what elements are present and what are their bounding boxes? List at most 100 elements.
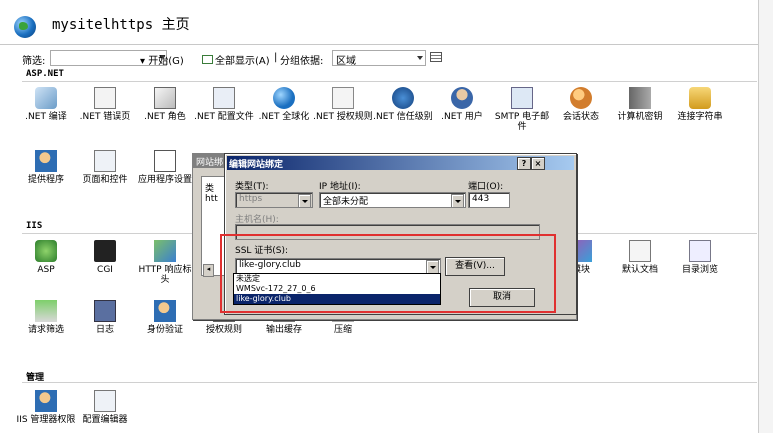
- section-aspnet-heading: ASP.NET: [26, 69, 64, 79]
- feature-label: 目录浏览: [681, 265, 718, 275]
- dialog-titlebar: 编辑网站绑定 ? ×: [227, 156, 574, 170]
- feature-label: 默认文档: [621, 265, 658, 275]
- dotnet-roles-icon: [154, 87, 176, 109]
- configuration-editor-icon: [94, 390, 116, 412]
- cgi-icon: [94, 240, 116, 262]
- dotnet-users-icon: [451, 87, 473, 109]
- chevron-down-icon: [451, 194, 464, 208]
- show-all-button[interactable]: 全部显示(A): [202, 52, 270, 67]
- feature-label: 会话状态: [562, 112, 599, 122]
- feature-label: 页面和控件: [82, 175, 128, 185]
- feature-item-authorization-rules[interactable]: .NET 授权规则: [313, 87, 373, 122]
- providers-icon: [35, 150, 57, 172]
- ip-address-select[interactable]: 全部未分配: [319, 192, 466, 208]
- feature-item-trust-level[interactable]: .NET 信任级别: [373, 87, 433, 122]
- iis-manager-permissions-icon: [35, 390, 57, 412]
- globe-icon: [273, 87, 295, 109]
- feature-item-iis-manager-permissions[interactable]: IIS 管理器权限: [16, 390, 76, 425]
- trust-level-icon: [392, 87, 414, 109]
- feature-label: SMTP 电子邮件: [494, 112, 550, 132]
- type-label: 类型(T):: [235, 182, 269, 192]
- highlight-box: [220, 234, 556, 313]
- feature-label: 输出缓存: [265, 325, 302, 335]
- section-iis-heading: IIS: [26, 221, 43, 231]
- groupby-select[interactable]: 区域: [332, 50, 426, 67]
- grid-view-icon: [430, 52, 442, 62]
- feature-label: .NET 用户: [441, 112, 483, 122]
- feature-label: ASP: [37, 265, 55, 275]
- feature-label: CGI: [97, 265, 113, 275]
- http-response-headers-icon: [154, 240, 176, 262]
- feature-label: 连接字符串: [677, 112, 723, 122]
- logging-icon: [94, 300, 116, 322]
- feature-label: 配置编辑器: [82, 415, 128, 425]
- feature-item-cgi[interactable]: CGI: [75, 240, 135, 275]
- directory-browsing-icon: [689, 240, 711, 262]
- feature-label: .NET 全球化: [258, 112, 310, 122]
- feature-label: 请求筛选: [27, 325, 64, 335]
- scroll-left-button[interactable]: ◂: [203, 264, 214, 277]
- authentication-icon: [154, 300, 176, 322]
- feature-label: .NET 授权规则: [313, 112, 373, 122]
- feature-label: 身份验证: [146, 325, 183, 335]
- site-bindings-titlebar: 网站绑: [193, 154, 227, 168]
- feature-item-dotnet-users[interactable]: .NET 用户: [432, 87, 492, 122]
- feature-item-connection-strings[interactable]: 连接字符串: [670, 87, 730, 122]
- feature-item-asp[interactable]: ASP: [16, 240, 76, 275]
- feature-label: 应用程序设置: [137, 175, 192, 185]
- type-select[interactable]: https: [235, 192, 313, 208]
- request-filtering-icon: [35, 300, 57, 322]
- feature-item-globe[interactable]: .NET 全球化: [254, 87, 314, 122]
- session-state-icon: [570, 87, 592, 109]
- bindings-col-type: 类: [205, 184, 215, 194]
- feature-item-pages-controls[interactable]: 页面和控件: [75, 150, 135, 185]
- app-settings-icon: [154, 150, 176, 172]
- smtp-email-icon: [511, 87, 533, 109]
- port-label: 端口(O):: [468, 182, 504, 192]
- chevron-down-icon: ▾: [140, 56, 149, 67]
- close-button[interactable]: ×: [531, 157, 545, 170]
- feature-item-app-settings[interactable]: 应用程序设置: [135, 150, 195, 185]
- feature-item-directory-browsing[interactable]: 目录浏览: [670, 240, 730, 275]
- feature-item-dotnet-roles[interactable]: .NET 角色: [135, 87, 195, 122]
- feature-item-http-response-headers[interactable]: HTTP 响应标头: [135, 240, 195, 285]
- feature-item-dotnet-compile[interactable]: .NET 编译: [16, 87, 76, 122]
- feature-item-providers[interactable]: 提供程序: [16, 150, 76, 185]
- start-filter-button[interactable]: ▾ 开始(G): [140, 52, 184, 67]
- feature-item-authentication[interactable]: 身份验证: [135, 300, 195, 335]
- feature-item-smtp-email[interactable]: SMTP 电子邮件: [492, 87, 552, 132]
- ip-label: IP 地址(I):: [319, 182, 361, 192]
- feature-label: HTTP 响应标头: [138, 265, 192, 285]
- feature-item-dotnet-error-page[interactable]: .NET 错误页: [75, 87, 135, 122]
- chevron-down-icon: [298, 194, 311, 208]
- dotnet-compile-icon: [35, 87, 57, 109]
- help-button[interactable]: ?: [517, 157, 531, 170]
- feature-item-dotnet-profile[interactable]: .NET 配置文件: [194, 87, 254, 122]
- section-divider: [22, 81, 757, 82]
- view-mode-button[interactable]: [430, 52, 442, 65]
- feature-label: 提供程序: [27, 175, 64, 185]
- filter-label: 筛选:: [22, 56, 46, 67]
- feature-item-machine-key[interactable]: 计算机密钥: [610, 87, 670, 122]
- authorization-rules-icon: [332, 87, 354, 109]
- port-input[interactable]: 443: [468, 192, 510, 208]
- bindings-row[interactable]: htt: [205, 194, 218, 204]
- feature-item-configuration-editor[interactable]: 配置编辑器: [75, 390, 135, 425]
- dotnet-profile-icon: [213, 87, 235, 109]
- default-document-icon: [629, 240, 651, 262]
- feature-label: 压缩: [333, 325, 352, 335]
- site-globe-icon: [14, 16, 36, 38]
- dialog-title: 编辑网站绑定: [229, 160, 284, 170]
- feature-label: .NET 配置文件: [194, 112, 254, 122]
- feature-item-session-state[interactable]: 会话状态: [551, 87, 611, 122]
- feature-label: .NET 角色: [144, 112, 186, 122]
- feature-label: IIS 管理器权限: [16, 415, 76, 425]
- feature-item-logging[interactable]: 日志: [75, 300, 135, 335]
- pages-controls-icon: [94, 150, 116, 172]
- feature-item-default-document[interactable]: 默认文档: [610, 240, 670, 275]
- feature-label: 日志: [95, 325, 114, 335]
- machine-key-icon: [629, 87, 651, 109]
- show-all-icon: [202, 55, 213, 64]
- feature-item-request-filtering[interactable]: 请求筛选: [16, 300, 76, 335]
- feature-label: .NET 编译: [25, 112, 67, 122]
